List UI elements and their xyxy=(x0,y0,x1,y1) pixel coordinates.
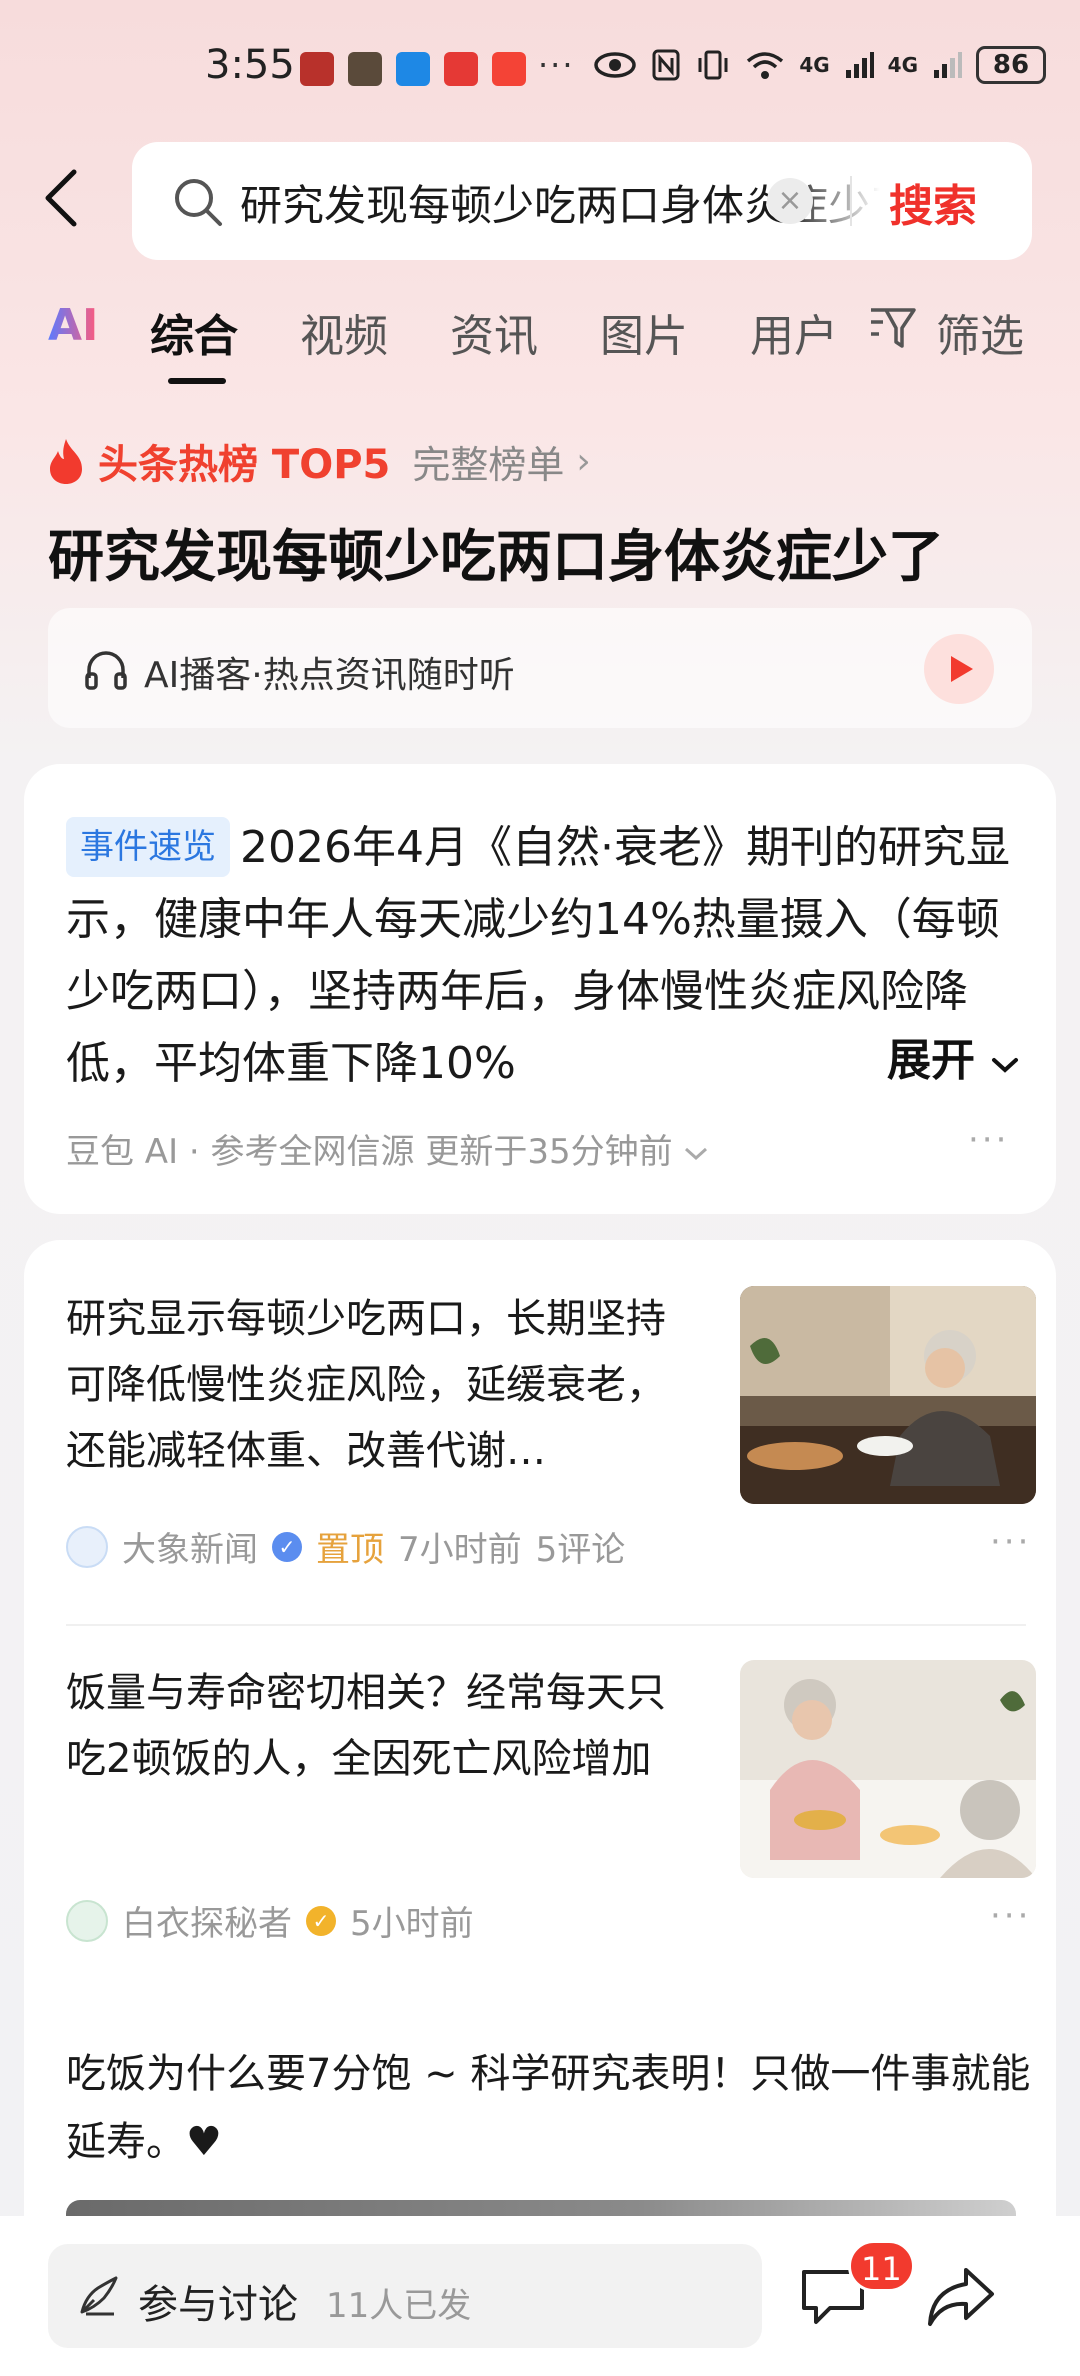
elderly-couple-eating-image xyxy=(740,1660,1036,1878)
search-button[interactable]: 搜索 xyxy=(889,170,977,234)
filter-icon[interactable] xyxy=(868,306,918,352)
chevron-down-icon xyxy=(685,1147,708,1161)
back-button[interactable] xyxy=(40,168,90,232)
bottom-bar: 参与讨论 11人已发 11 xyxy=(0,2216,1080,2376)
event-badge: 事件速览 xyxy=(66,817,230,877)
pinned-badge: 置顶 xyxy=(316,1530,384,1570)
author-name[interactable]: 白衣探秘者 xyxy=(122,1896,292,1945)
verified-icon: ✓ xyxy=(272,1531,302,1562)
search-icon xyxy=(175,179,222,226)
article-time: 7小时前 xyxy=(398,1530,522,1570)
alarm-app-icon xyxy=(492,52,526,86)
search-bar[interactable]: 研究发现每顿少吃两口身体炎症少了 × 搜索 xyxy=(132,142,1032,260)
summary-source[interactable]: 豆包 AI · 参考全网信源 更新于35分钟前 xyxy=(66,1124,709,1173)
signal-bars-2-icon xyxy=(934,52,962,78)
tab-news[interactable]: 资讯 xyxy=(450,300,538,364)
article-title[interactable]: 研究显示每顿少吃两口，长期坚持可降低慢性炎症风险，延缓衰老，还能减轻体重、改善代… xyxy=(66,1286,681,1484)
verified-icon: ✓ xyxy=(306,1905,336,1936)
ai-podcast-bar[interactable]: AI播客·热点资讯随时听 xyxy=(48,608,1032,728)
bluetooth-app-icon xyxy=(396,52,430,86)
article-meta: 白衣探秘者 ✓ 5小时前 xyxy=(66,1896,474,1945)
expand-label: 展开 xyxy=(887,1035,975,1086)
app-notification-icon xyxy=(300,52,334,86)
hot-headline[interactable]: 研究发现每顿少吃两口身体炎症少了 xyxy=(48,512,944,593)
comment-count: 5评论 xyxy=(535,1530,626,1570)
nfc-icon xyxy=(652,49,680,81)
tab-filter[interactable]: 筛选 xyxy=(936,300,1024,364)
hot-ranking-row[interactable]: 头条热榜 TOP5 完整榜单 › xyxy=(46,432,591,490)
play-button[interactable] xyxy=(924,634,994,704)
tab-video[interactable]: 视频 xyxy=(300,300,388,364)
more-notifications-icon: ··· xyxy=(538,46,575,84)
back-arrow-icon xyxy=(45,169,77,227)
headphones-icon xyxy=(85,651,127,690)
summary-source-text: 豆包 AI · 参考全网信源 更新于35分钟前 xyxy=(66,1132,673,1172)
expand-button[interactable]: 展开 xyxy=(869,1024,1021,1088)
more-options-icon[interactable]: ··· xyxy=(990,1522,1031,1562)
tab-general[interactable]: 综合 xyxy=(150,300,238,364)
chevron-right-icon: › xyxy=(576,440,591,482)
full-list-link[interactable]: 完整榜单 xyxy=(412,434,564,489)
article-title[interactable]: 饭量与寿命密切相关？经常每天只吃2顿饭的人，全因死亡风险增加 xyxy=(66,1660,681,1792)
search-divider xyxy=(850,176,852,226)
signal-1-icon: 4G xyxy=(799,53,830,77)
battery-icon: 86 xyxy=(976,46,1046,84)
list-item[interactable]: 研究显示每顿少吃两口，长期坚持可降低慢性炎症风险，延缓衰老，还能减轻体重、改善代… xyxy=(66,1286,1036,1586)
article-thumbnail[interactable] xyxy=(740,1286,1036,1504)
signal-2-icon: 4G xyxy=(887,53,918,77)
active-tab-indicator xyxy=(168,378,226,384)
elderly-woman-eating-image xyxy=(740,1286,1036,1504)
chevron-down-icon xyxy=(992,1058,1019,1073)
tab-images[interactable]: 图片 xyxy=(600,300,688,364)
summary-fade xyxy=(784,1028,874,1094)
discussion-count: 11人已发 xyxy=(326,2286,472,2326)
comment-count-badge: 11 xyxy=(848,2240,915,2292)
avatar[interactable] xyxy=(66,1525,108,1568)
status-time: 3:55 xyxy=(205,42,295,88)
shield-app-icon xyxy=(348,52,382,86)
tab-users[interactable]: 用户 xyxy=(750,300,838,364)
eye-icon xyxy=(594,52,637,78)
more-options-icon[interactable]: ··· xyxy=(968,1120,1009,1160)
article-thumbnail[interactable] xyxy=(740,1660,1036,1878)
status-bar: 3:55 ··· 4G 4G 86 xyxy=(0,0,1080,130)
podcast-text: AI播客·热点资讯随时听 xyxy=(144,655,515,696)
author-name[interactable]: 大象新闻 xyxy=(122,1522,258,1571)
event-summary-card[interactable]: 事件速览 2026年4月《自然·衰老》期刊的研究显示，健康中年人每天减少约14%热… xyxy=(24,764,1056,1214)
system-icons: 4G 4G 86 xyxy=(593,46,1046,84)
play-icon xyxy=(951,656,973,682)
signal-bars-1-icon xyxy=(845,52,874,78)
flame-icon xyxy=(50,439,82,484)
discussion-input[interactable]: 参与讨论 11人已发 xyxy=(48,2244,762,2348)
article-meta: 大象新闻 ✓ 置顶 7小时前 5评论 xyxy=(66,1522,625,1571)
article-title[interactable]: 吃饭为什么要7分饱 ~ 科学研究表明！只做一件事就能延寿。♥ xyxy=(66,2051,1030,2165)
share-icon[interactable] xyxy=(926,2266,996,2328)
wifi-icon xyxy=(747,52,784,79)
article-time: 5小时前 xyxy=(350,1904,474,1944)
clear-icon[interactable]: × xyxy=(767,178,813,224)
more-options-icon[interactable]: ··· xyxy=(990,1896,1031,1936)
notification-icons xyxy=(300,52,526,86)
vibrate-icon xyxy=(698,50,728,80)
tv-app-icon xyxy=(444,52,478,86)
pen-icon xyxy=(80,2276,118,2316)
result-tabs: AI 综合 视频 资讯 图片 用户 筛选 xyxy=(0,300,1080,384)
discussion-label: 参与讨论 xyxy=(138,2282,298,2328)
divider xyxy=(66,1624,1026,1626)
results-feed-card: 研究显示每顿少吃两口，长期坚持可降低慢性炎症风险，延缓衰老，还能减轻体重、改善代… xyxy=(24,1240,1056,2260)
list-item[interactable]: 饭量与寿命密切相关？经常每天只吃2顿饭的人，全因死亡风险增加 白衣探秘者 ✓ 5… xyxy=(66,1660,1036,1960)
list-item[interactable]: 吃饭为什么要7分饱 ~ 科学研究表明！只做一件事就能延寿。♥ xyxy=(66,2040,1036,2176)
hot-ranking-label: 头条热榜 TOP5 xyxy=(98,442,391,488)
avatar[interactable] xyxy=(66,1899,108,1942)
tab-ai[interactable]: AI xyxy=(48,300,98,351)
